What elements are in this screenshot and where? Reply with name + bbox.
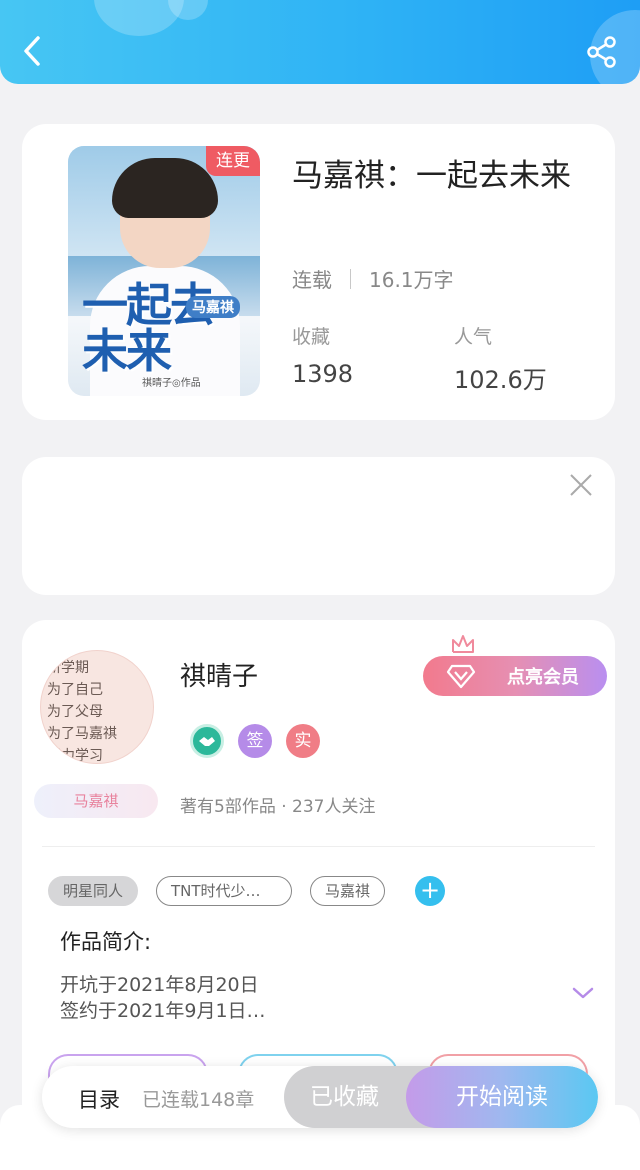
favorites-value: 1398	[292, 360, 354, 388]
author-stats: 著有5部作品 · 237人关注	[180, 797, 376, 817]
catalog-button[interactable]: 目录	[78, 1084, 120, 1114]
chevron-down-icon[interactable]	[571, 984, 595, 1002]
bottom-action-bar: 目录 已连载148章 已收藏 开始阅读	[42, 1066, 598, 1128]
popularity-value: 102.6万	[454, 366, 547, 394]
author-badges: 签 实	[190, 724, 320, 758]
handshake-badge-icon[interactable]	[190, 724, 224, 758]
diamond-icon	[446, 664, 476, 689]
author-avatar[interactable]: 新学期 为了自己 为了父母 为了马嘉祺 努力学习	[40, 650, 154, 764]
close-icon[interactable]	[567, 471, 595, 499]
author-fan-tag: 马嘉祺	[34, 784, 158, 818]
start-reading-button[interactable]: 开始阅读	[406, 1066, 598, 1128]
favorites-label: 收藏	[292, 326, 331, 348]
crown-icon	[452, 635, 474, 653]
vip-button-label: 点亮会员	[507, 667, 579, 688]
cover-name-tag: 马嘉祺	[186, 296, 240, 318]
chapter-count[interactable]: 已连载148章	[142, 1085, 254, 1112]
avatar-line: 为了父母	[47, 704, 103, 720]
avatar-line: 新学期	[47, 660, 89, 676]
synopsis-title: 作品简介:	[60, 930, 152, 954]
section-divider	[42, 846, 595, 847]
book-info-card: 一起去未来 马嘉祺 祺晴子◎作品 连更 马嘉祺：一起去未来 连载 16.1万字 …	[22, 124, 615, 420]
popularity-label: 人气	[454, 326, 493, 348]
avatar-line: 努力学习	[47, 748, 103, 764]
synopsis-text: 开坑于2021年8月20日 签约于2021年9月1日…	[60, 972, 266, 1024]
share-icon[interactable]	[586, 36, 618, 68]
serial-status: 连载	[292, 268, 332, 292]
book-title: 马嘉祺：一起去未来	[292, 158, 571, 194]
update-status-badge: 连更	[206, 146, 260, 176]
word-count: 16.1万字	[369, 268, 454, 292]
verified-badge-icon[interactable]: 实	[286, 724, 320, 758]
synopsis-line: 签约于2021年9月1日…	[60, 1000, 266, 1022]
avatar-line: 为了马嘉祺	[47, 726, 117, 742]
genre-tags: 明星同人 TNT时代少… 马嘉祺 +	[48, 876, 446, 906]
top-header-bar	[0, 0, 640, 84]
signed-badge-icon[interactable]: 签	[238, 724, 272, 758]
tag-item[interactable]: 明星同人	[48, 876, 139, 906]
tag-item[interactable]: TNT时代少…	[156, 876, 293, 906]
avatar-line: 为了自己	[47, 682, 103, 698]
book-cover[interactable]: 一起去未来 马嘉祺 祺晴子◎作品 连更	[68, 146, 260, 396]
book-meta: 连载 16.1万字	[292, 264, 454, 293]
add-tag-button[interactable]: +	[415, 876, 446, 906]
cover-author-text: 祺晴子◎作品	[142, 378, 201, 389]
meta-divider	[350, 268, 351, 289]
back-arrow-icon[interactable]	[18, 34, 46, 68]
tag-item[interactable]: 马嘉祺	[310, 876, 386, 906]
ad-placeholder-card	[22, 457, 615, 595]
synopsis-line: 开坑于2021年8月20日	[60, 974, 259, 996]
author-name[interactable]: 祺晴子	[180, 656, 258, 693]
